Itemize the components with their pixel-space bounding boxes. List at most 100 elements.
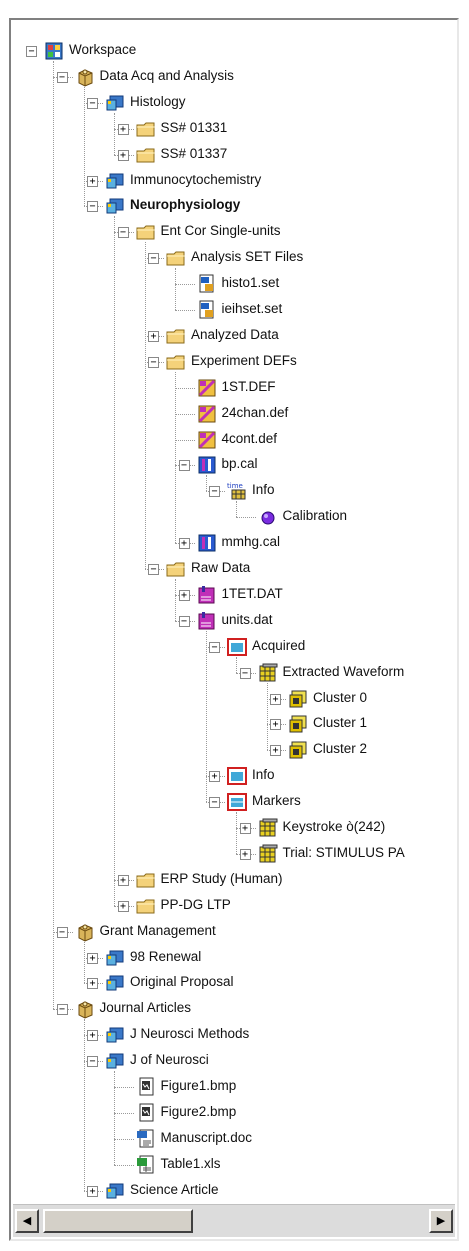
expand-icon[interactable]: + <box>87 1030 98 1042</box>
tree-node[interactable]: − Markers <box>11 791 457 815</box>
expand-icon[interactable]: + <box>239 848 251 860</box>
expand-icon[interactable]: + <box>148 330 159 342</box>
expand-icon[interactable]: + <box>117 900 129 912</box>
tree-node[interactable]: Figure2.bmp <box>11 1102 457 1126</box>
tree-node-label: Immunocytochemistry <box>130 171 262 187</box>
tree-node-label: Grant Management <box>99 922 216 938</box>
tree-node[interactable]: − Analysis SET Files <box>11 247 457 271</box>
workspace-tree-panel: − Workspace − Data Acq and Analysis − Histolo… <box>9 18 459 1241</box>
collapse-icon[interactable]: − <box>87 201 98 213</box>
tree-node[interactable]: +98 Renewal <box>11 947 457 971</box>
tree-node[interactable]: − J of Neurosci <box>11 1050 457 1074</box>
scroll-left-button[interactable]: ◀ <box>15 1209 39 1233</box>
tree-node[interactable]: + Cluster 0 <box>11 688 457 712</box>
tree-node[interactable]: Table1.xls <box>11 1154 457 1178</box>
tree-node[interactable]: +1TET.DAT <box>11 584 457 608</box>
workspace-tree[interactable]: − Workspace − Data Acq and Analysis − Histolo… <box>11 20 457 1205</box>
tree-node-label: PP-DG LTP <box>160 896 231 912</box>
expand-icon[interactable]: + <box>117 149 129 161</box>
tree-node[interactable]: + Cluster 2 <box>11 739 457 763</box>
tree-node-label: Markers <box>252 793 301 809</box>
tree-node[interactable]: + Analyzed Data <box>11 325 457 349</box>
collapse-icon[interactable]: − <box>178 460 190 472</box>
expand-icon[interactable]: + <box>270 745 281 757</box>
tree-node[interactable]: − Extracted Waveform <box>11 662 457 686</box>
tree-node[interactable]: − Journal Articles <box>11 998 457 1022</box>
tree-node[interactable]: 4cont.def <box>11 429 457 453</box>
collapse-icon[interactable]: − <box>56 71 68 83</box>
tree-node-label: Info <box>252 767 275 783</box>
tree-node[interactable]: − Ent Cor Single-units <box>11 221 457 245</box>
collapse-icon[interactable]: − <box>209 797 220 809</box>
tree-node[interactable]: 24chan.def <box>11 403 457 427</box>
collapse-icon[interactable]: − <box>178 615 190 627</box>
tree-node[interactable]: − Histology <box>11 92 457 116</box>
tree-node[interactable]: + Original Proposal <box>11 972 457 996</box>
grid-icon <box>258 663 278 683</box>
collapse-icon[interactable]: − <box>117 227 129 239</box>
horizontal-scrollbar[interactable]: ◀ ▶ <box>13 1204 455 1237</box>
tree-node[interactable]: + Keystroke ò(242) <box>11 817 457 841</box>
collapse-icon[interactable]: − <box>148 356 159 368</box>
expand-icon[interactable]: + <box>178 589 190 601</box>
tree-node-label: bp.cal <box>221 456 258 472</box>
time-info-icon: time <box>227 481 247 501</box>
expand-icon[interactable]: + <box>87 978 98 990</box>
tree-node[interactable]: + Info <box>11 765 457 789</box>
tree-node[interactable]: − units.dat <box>11 610 457 634</box>
collapse-icon[interactable]: − <box>87 1056 98 1068</box>
tree-node[interactable]: Calibration <box>11 506 457 530</box>
tree-node[interactable]: − Data Acq and Analysis <box>11 66 457 90</box>
tree-node[interactable]: + Cluster 1 <box>11 713 457 737</box>
bmp-file-icon <box>136 1103 156 1123</box>
expand-icon[interactable]: + <box>178 538 190 550</box>
tree-node[interactable]: + Science Article <box>11 1180 457 1204</box>
collapse-icon[interactable]: − <box>209 641 220 653</box>
tree-node[interactable]: Manuscript.doc <box>11 1128 457 1152</box>
tree-node[interactable]: Figure1.bmp <box>11 1076 457 1100</box>
collapse-icon[interactable]: − <box>26 46 37 57</box>
tree-node[interactable]: + SS# 01337 <box>11 144 457 168</box>
expand-icon[interactable]: + <box>270 719 281 731</box>
grid-icon <box>258 818 278 838</box>
expand-icon[interactable]: + <box>87 1185 98 1197</box>
tree-node[interactable]: − time Info <box>11 480 457 504</box>
collapse-icon[interactable]: − <box>209 486 220 498</box>
scroll-thumb[interactable] <box>43 1209 193 1233</box>
collapse-icon[interactable]: − <box>56 1004 68 1016</box>
tree-node[interactable]: + PP-DG LTP <box>11 895 457 919</box>
expand-icon[interactable]: + <box>87 175 98 187</box>
expand-icon[interactable]: + <box>87 952 98 964</box>
expand-icon[interactable]: + <box>270 693 281 705</box>
tree-node[interactable]: + Trial: STIMULUS PA <box>11 843 457 867</box>
tree-node-label: SS# 01337 <box>160 145 228 161</box>
expand-icon[interactable]: + <box>239 823 251 834</box>
tree-node[interactable]: histo1.set <box>11 273 457 297</box>
tree-node[interactable]: − bp.cal <box>11 454 457 478</box>
scroll-right-button[interactable]: ▶ <box>429 1209 453 1233</box>
tree-node[interactable]: + Immunocytochemistry <box>11 170 457 194</box>
tree-node[interactable]: ieihset.set <box>11 299 457 323</box>
tree-node[interactable]: − Grant Management <box>11 921 457 945</box>
tree-node[interactable]: − Workspace <box>11 40 457 64</box>
collapse-icon[interactable]: − <box>87 97 98 109</box>
tree-node[interactable]: 1ST.DEF <box>11 377 457 401</box>
tree-node[interactable]: − Neurophysiology <box>11 195 457 219</box>
tree-node[interactable]: + ERP Study (Human) <box>11 869 457 893</box>
tree-node[interactable]: + mmhg.cal <box>11 532 457 556</box>
collapse-icon[interactable]: − <box>148 253 159 265</box>
tree-node[interactable]: + J Neurosci Methods <box>11 1024 457 1048</box>
collapse-icon[interactable]: − <box>239 667 251 679</box>
expand-icon[interactable]: + <box>209 771 220 783</box>
tree-node-label: J Neurosci Methods <box>130 1026 250 1042</box>
study-icon <box>105 948 125 968</box>
tree-node[interactable]: − Acquired <box>11 636 457 660</box>
tree-node[interactable]: + SS# 01331 <box>11 118 457 142</box>
project-box-icon <box>75 67 95 87</box>
tree-node[interactable]: − Raw Data <box>11 558 457 582</box>
tree-node[interactable]: − Experiment DEFs <box>11 351 457 375</box>
expand-icon[interactable]: + <box>117 123 129 135</box>
collapse-icon[interactable]: − <box>148 564 159 575</box>
collapse-icon[interactable]: − <box>56 926 68 938</box>
expand-icon[interactable]: + <box>117 874 129 886</box>
